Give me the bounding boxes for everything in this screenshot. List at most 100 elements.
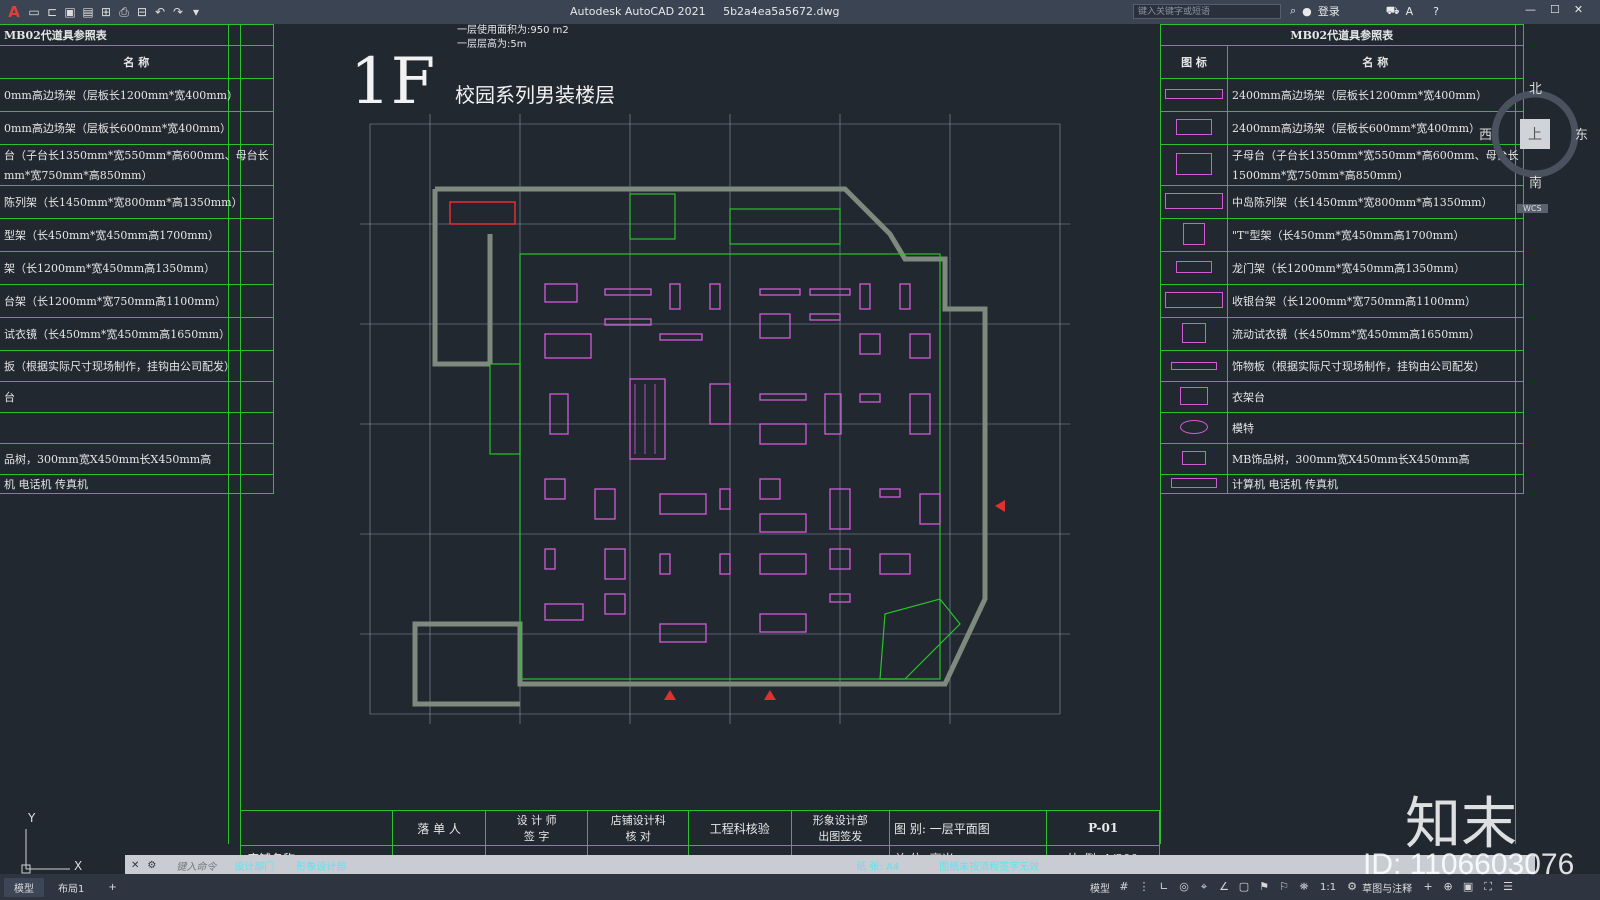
command-input[interactable]: 键入命令 bbox=[176, 858, 216, 873]
polar-icon[interactable]: ◎ bbox=[1177, 880, 1191, 894]
open-icon[interactable]: ⊏ bbox=[44, 4, 60, 20]
tab-model[interactable]: 模型 bbox=[4, 877, 44, 897]
tab-layout1[interactable]: 布局1 bbox=[48, 878, 94, 897]
add-layout-icon[interactable]: + bbox=[98, 880, 126, 895]
hardware-icon[interactable]: ▣ bbox=[1461, 880, 1475, 894]
redo-icon[interactable]: ↷ bbox=[170, 4, 186, 20]
search-icon[interactable]: ⌕ bbox=[1290, 4, 1296, 18]
model-space-label[interactable]: 模型 bbox=[1090, 880, 1110, 895]
right-table-title: MB02代道具参照表 bbox=[1160, 24, 1524, 46]
exterior-walls bbox=[412, 186, 988, 707]
selection-icon[interactable]: ▢ bbox=[1237, 880, 1251, 894]
grid-lines bbox=[360, 114, 1070, 724]
lineweight-icon[interactable]: ∠ bbox=[1217, 880, 1231, 894]
close-icon[interactable]: ✕ bbox=[1574, 3, 1583, 16]
maximize-icon[interactable]: ☐ bbox=[1550, 3, 1560, 16]
right-table-header-symbol: 图 标 bbox=[1160, 45, 1228, 79]
left-table-row: 0mm高边场架（层板长1200mm*宽400mm） bbox=[0, 78, 274, 112]
escalator bbox=[629, 378, 666, 460]
mannequin-icon bbox=[1180, 419, 1208, 434]
undo-icon[interactable]: ↶ bbox=[152, 4, 168, 20]
gear-icon[interactable]: ⚙ bbox=[1345, 880, 1359, 894]
left-table-row: 试衣镜（长450mm*宽450mm高1650mm） bbox=[0, 317, 274, 351]
right-table-row: 子母台（子台长1350mm*宽550mm*高600mm、母台长 bbox=[1227, 144, 1524, 165]
plus-icon[interactable]: + bbox=[1421, 880, 1435, 894]
title-bar: A ▭ ⊏ ▣ ▤ ⊞ ⎙ ⊟ ↶ ↷ ▾ Autodesk AutoCAD 2… bbox=[0, 0, 1600, 24]
viewcube[interactable]: 北 南 东 西 上 WCS bbox=[1479, 82, 1588, 213]
hanger-table-icon bbox=[1180, 386, 1208, 405]
left-table-row: 扳（根据实际尺寸现场制作，挂钩由公司配发） bbox=[0, 350, 274, 382]
command-line[interactable]: ✕ ⚙ 键入命令 设计部门 形象设计部 纸 张: A4 图纸未按流程签字无效 bbox=[125, 855, 1535, 875]
left-table-row: 台架（长1200mm*宽750mm高1100mm） bbox=[0, 284, 274, 318]
right-props-table: MB02代道具参照表 图 标 名 称 2400mm高边场架（层板长1200mm*… bbox=[1160, 24, 1524, 494]
wcs-label[interactable]: WCS bbox=[1517, 204, 1548, 213]
issue-cell: 形象设计部 出图签发 bbox=[790, 810, 891, 846]
customize-cmd-icon[interactable]: ⚙ bbox=[147, 860, 156, 871]
south-label[interactable]: 南 bbox=[1529, 172, 1542, 191]
warning-cell: 图纸未按流程签字无效 bbox=[939, 861, 1040, 873]
save-icon[interactable]: ▣ bbox=[62, 4, 78, 20]
right-table-row: 1500mm*宽750mm*高850mm） bbox=[1227, 165, 1524, 186]
scale-value[interactable]: 1:1 bbox=[1320, 882, 1336, 893]
font-icon[interactable]: A bbox=[1406, 5, 1414, 18]
computer-phone-fax-icon bbox=[1171, 477, 1217, 488]
right-table-row: 模特 bbox=[1227, 412, 1524, 444]
right-table-row: 流动试衣镜（长450mm*宽450mm高1650mm） bbox=[1227, 317, 1524, 351]
window-controls: — ☐ ✕ bbox=[1525, 3, 1583, 16]
user-icon[interactable]: ● bbox=[1302, 5, 1312, 18]
minimize-icon[interactable]: — bbox=[1525, 3, 1536, 16]
grid-icon[interactable]: # bbox=[1117, 880, 1131, 894]
right-table-row: 龙门架（长1200mm*宽450mm高1350mm） bbox=[1227, 251, 1524, 285]
right-table-row: MB饰品树，300mm宽X450mm长X450mm高 bbox=[1227, 443, 1524, 475]
height-note: 一层层高为:5m bbox=[457, 39, 527, 50]
west-label[interactable]: 西 bbox=[1479, 124, 1492, 143]
interior-lines bbox=[489, 193, 961, 680]
annotation-scale-icon[interactable]: ⚑ bbox=[1257, 880, 1271, 894]
left-table-row: 陈列架（长1450mm*宽800mm*高1350mm） bbox=[0, 185, 274, 219]
auto-scale-icon[interactable]: ⛯ bbox=[1297, 880, 1311, 894]
right-table-row: 计算机 电话机 传真机 bbox=[1227, 474, 1524, 494]
cart-icon[interactable]: ⛟ bbox=[1386, 4, 1400, 19]
right-table-row: 衣架台 bbox=[1227, 381, 1524, 413]
orderer-cell: 落 单 人 bbox=[392, 810, 486, 846]
top-face[interactable]: 上 bbox=[1528, 124, 1542, 144]
login-link[interactable]: 登录 bbox=[1318, 3, 1340, 19]
publish-icon[interactable]: ⊞ bbox=[98, 4, 114, 20]
plot-icon[interactable]: ⎙ bbox=[116, 4, 132, 20]
drawing-canvas[interactable]: MB02代道具参照表 名 称 0mm高边场架（层板长1200mm*宽400mm）… bbox=[0, 24, 1600, 874]
left-table-row: 型架（长450mm*宽450mm高1700mm） bbox=[0, 218, 274, 252]
osnap-icon[interactable]: ⌖ bbox=[1197, 880, 1211, 894]
left-table-row: 台 bbox=[0, 381, 274, 413]
nesting-table-icon bbox=[1176, 152, 1212, 175]
save-as-icon[interactable]: ▤ bbox=[80, 4, 96, 20]
help-icon[interactable]: ? bbox=[1433, 5, 1439, 18]
east-label[interactable]: 东 bbox=[1575, 124, 1588, 143]
engineering-check-cell: 工程科核验 bbox=[687, 810, 792, 846]
annotation-visibility-icon[interactable]: ⚐ bbox=[1277, 880, 1291, 894]
fullscreen-icon[interactable]: ⛶ bbox=[1481, 880, 1495, 894]
window-title: Autodesk AutoCAD 2021 5b2a4ea5a5672.dwg bbox=[570, 5, 840, 18]
isolate-icon[interactable]: ⊕ bbox=[1441, 880, 1455, 894]
customize-icon[interactable]: ▾ bbox=[188, 4, 204, 20]
autocad-logo-icon[interactable]: A bbox=[4, 3, 24, 21]
snap-icon[interactable]: ⋮ bbox=[1137, 880, 1151, 894]
ucs-x-label: X bbox=[74, 859, 83, 873]
ortho-icon[interactable]: ∟ bbox=[1157, 880, 1171, 894]
right-table-row: 2400mm高边场架（层板长1200mm*宽400mm） bbox=[1227, 78, 1524, 112]
accessory-tree-icon bbox=[1182, 450, 1206, 465]
north-label[interactable]: 北 bbox=[1529, 78, 1542, 97]
status-bar: 模型 布局1 + 模型 # ⋮ ∟ ◎ ⌖ ∠ ▢ ⚑ ⚐ ⛯ 1:1 ⚙ 草图… bbox=[0, 848, 1600, 900]
search-input[interactable]: 键入关键字或短语 bbox=[1133, 4, 1281, 19]
left-table-row: 台（子台长1350mm*宽550mm*高600mm、母台长 bbox=[0, 144, 274, 165]
close-cmd-icon[interactable]: ✕ bbox=[131, 860, 139, 871]
left-table-row bbox=[0, 412, 274, 444]
right-table-row: "T"型架（长450mm*宽450mm高1700mm） bbox=[1227, 218, 1524, 252]
title-right-tools: ⌕ ● 登录 ⛟ A ? bbox=[1290, 3, 1439, 19]
right-table-row: 饰物板（根据实际尺寸现场制作，挂钩由公司配发） bbox=[1227, 350, 1524, 382]
menu-icon[interactable]: ☰ bbox=[1501, 880, 1515, 894]
print-icon[interactable]: ⊟ bbox=[134, 4, 150, 20]
drawing-type-cell: 图 别: 一层平面图 bbox=[889, 810, 1048, 846]
paper-cell: 纸 张: A4 bbox=[856, 861, 900, 873]
new-icon[interactable]: ▭ bbox=[26, 4, 42, 20]
cashier-icon bbox=[1165, 291, 1223, 308]
